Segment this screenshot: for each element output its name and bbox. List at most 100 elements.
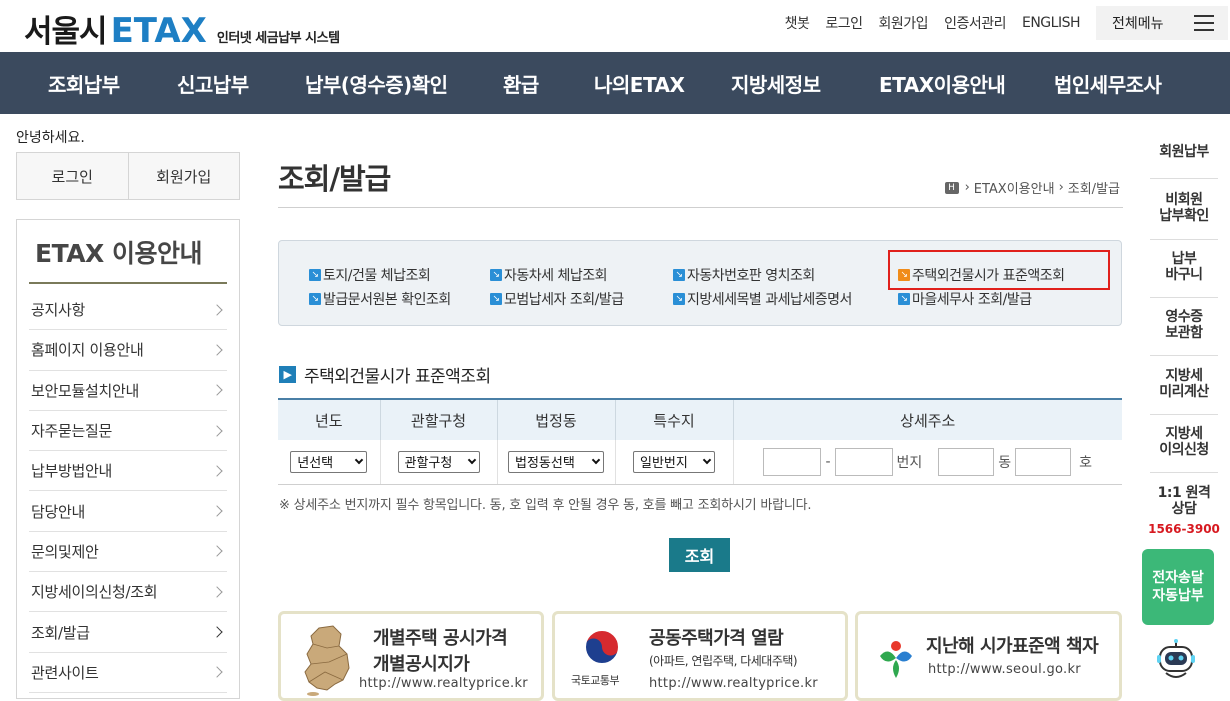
- gnb-refund[interactable]: 환급: [503, 69, 539, 98]
- chevron-down-icon: [591, 455, 601, 464]
- side-nav-title: ETAX 이용안내: [35, 239, 203, 268]
- select-value: 일반번지: [640, 456, 688, 472]
- side-nav-item-notice[interactable]: 공지사항: [29, 290, 227, 331]
- arrow-icon: ↘: [309, 269, 321, 281]
- login-button[interactable]: 로그인: [17, 153, 128, 199]
- bunji-main-input[interactable]: [763, 447, 822, 476]
- gnb-local-tax-info[interactable]: 지방세정보: [731, 69, 821, 98]
- banner-url: http://www.realtyprice.kr: [359, 676, 528, 691]
- site-logo[interactable]: 서울시 ETAX 인터넷 세금납부 시스템: [24, 6, 340, 51]
- side-nav-item-related-sites[interactable]: 관련사이트: [29, 653, 227, 693]
- banner-url: http://www.realtyprice.kr: [649, 676, 818, 691]
- special-select[interactable]: 일반번지: [633, 450, 715, 473]
- link-document-verify[interactable]: ↘ 발급문서원본 확인조회: [309, 289, 451, 309]
- arrow-icon: ↘: [490, 269, 502, 281]
- link-tax-certificate[interactable]: ↘ 지방세세목별 과세납세증명서: [673, 289, 852, 309]
- main-nav: 조회납부 신고납부 납부(영수증)확인 환급 나의ETAX 지방세정보 ETAX…: [0, 52, 1230, 114]
- quick-guest-payment-check[interactable]: 비회원 납부확인: [1138, 192, 1230, 224]
- side-nav-item-label: 공지사항: [31, 301, 86, 320]
- ho-input[interactable]: [1015, 447, 1072, 476]
- section-title: ▶ 주택외건물시가 표준액조회: [279, 362, 491, 387]
- top-header: 서울시 ETAX 인터넷 세금납부 시스템 챗봇 로그인 회원가입 인증서관리 …: [0, 0, 1230, 52]
- chevron-right-icon: [211, 505, 223, 517]
- util-cert-link[interactable]: 인증서관리: [944, 13, 1006, 33]
- link-model-taxpayer[interactable]: ↘ 모범납세자 조회/발급: [490, 289, 624, 309]
- link-village-tax-advisor[interactable]: ↘ 마을세무사 조회/발급: [898, 289, 1032, 309]
- link-land-building-arrears[interactable]: ↘ 토지/건물 체납조회: [309, 265, 431, 285]
- th-district: 관할구청: [380, 398, 498, 440]
- hamburger-icon: [1194, 15, 1214, 31]
- link-label: 자동차세 체납조회: [504, 268, 608, 284]
- side-nav-item-label: 문의및제안: [31, 542, 99, 561]
- banner-title: 공동주택가격 열람: [649, 628, 784, 649]
- quick-divider: [1150, 472, 1218, 473]
- breadcrumb-item[interactable]: ETAX이용안내: [974, 178, 1055, 197]
- quick-receipt-box[interactable]: 영수증 보관함: [1138, 309, 1230, 341]
- quick-divider: [1150, 297, 1218, 298]
- gnb-receipt-check[interactable]: 납부(영수증)확인: [305, 69, 448, 98]
- quick-member-payment[interactable]: 회원납부: [1138, 144, 1230, 160]
- banner-individual-house-price[interactable]: 개별주택 공시가격 개별공시지가 http://www.realtyprice.…: [278, 611, 544, 701]
- gnb-corporate-audit[interactable]: 법인세무조사: [1054, 69, 1162, 98]
- link-label: 토지/건물 체납조회: [323, 268, 431, 284]
- side-nav-item-contact[interactable]: 담당안내: [29, 491, 227, 532]
- dong-input[interactable]: [938, 447, 995, 476]
- side-nav-item-label: 담당안내: [31, 502, 86, 521]
- district-select[interactable]: 관할구청: [397, 450, 480, 473]
- chevron-right-icon: [211, 666, 223, 678]
- form-note: ※ 상세주소 번지까지 필수 항목입니다. 동, 호 입력 후 안될 경우 동,…: [279, 498, 812, 513]
- side-nav: ETAX 이용안내 공지사항 홈페이지 이용안내 보안모듈설치안내 자주묻는질문…: [16, 219, 240, 699]
- breadcrumb-sep: ›: [1058, 180, 1064, 195]
- quick-e-delivery-button[interactable]: 전자송달 자동납부: [1142, 549, 1214, 625]
- quick-payment-cart[interactable]: 납부 바구니: [1138, 251, 1230, 283]
- side-nav-item-objection[interactable]: 지방세이의신청/조회: [29, 572, 227, 613]
- chatbot-robot-icon[interactable]: [1156, 639, 1196, 681]
- quick-divider: [1150, 414, 1218, 415]
- chevron-right-icon: [211, 384, 223, 396]
- gnb-report-payment[interactable]: 신고납부: [177, 69, 249, 98]
- side-nav-item-label: 지방세이의신청/조회: [31, 583, 158, 602]
- side-nav-item-label: 보안모듈설치안내: [31, 381, 140, 400]
- link-plate-seizure[interactable]: ↘ 자동차번호판 영치조회: [673, 265, 815, 285]
- gnb-inquiry-payment[interactable]: 조회납부: [48, 69, 120, 98]
- all-menu-label: 전체메뉴: [1112, 16, 1164, 32]
- gnb-my-etax[interactable]: 나의ETAX: [594, 69, 685, 98]
- util-join-link[interactable]: 회원가입: [879, 13, 929, 33]
- year-select[interactable]: 년선택: [290, 450, 368, 473]
- util-english-link[interactable]: ENGLISH: [1022, 15, 1081, 31]
- banner-apartment-price[interactable]: 국토교통부 공동주택가격 열람 (아파트, 연립주택, 다세대주택) http:…: [552, 611, 848, 701]
- chevron-right-icon: [211, 465, 223, 477]
- dong-select[interactable]: 법정동선택: [508, 450, 604, 473]
- side-nav-item-payment-method[interactable]: 납부방법안내: [29, 451, 227, 492]
- quick-objection[interactable]: 지방세 이의신청: [1138, 426, 1230, 458]
- side-nav-item-security-module[interactable]: 보안모듈설치안내: [29, 371, 227, 411]
- home-icon[interactable]: H: [944, 181, 959, 194]
- util-login-link[interactable]: 로그인: [825, 13, 863, 33]
- side-nav-item-label: 조회/발급: [31, 623, 90, 642]
- util-chatbot-link[interactable]: 챗봇: [785, 13, 810, 33]
- all-menu-button[interactable]: 전체메뉴: [1096, 6, 1228, 40]
- chevron-right-icon: [211, 344, 223, 356]
- link-car-tax-arrears[interactable]: ↘ 자동차세 체납조회: [490, 265, 608, 285]
- side-nav-item-label: 관련사이트: [31, 663, 99, 682]
- chevron-down-icon: [355, 455, 364, 464]
- gnb-etax-guide[interactable]: ETAX이용안내: [879, 69, 1006, 98]
- breadcrumb-sep: ›: [964, 180, 970, 195]
- chevron-right-icon: [211, 545, 223, 558]
- bunji-sub-input[interactable]: [834, 447, 893, 476]
- side-nav-item-label: 자주묻는질문: [31, 422, 113, 441]
- join-button[interactable]: 회원가입: [127, 153, 240, 199]
- side-nav-item-faq[interactable]: 자주묻는질문: [29, 411, 227, 452]
- side-nav-item-inquiry[interactable]: 문의및제안: [29, 532, 227, 573]
- quick-phone-number: 1566-3900: [1148, 522, 1220, 536]
- banner-subtitle: (아파트, 연립주택, 다세대주택): [649, 654, 798, 668]
- quick-remote-consult[interactable]: 1:1 원격 상담: [1138, 485, 1230, 517]
- banner-standard-price-book[interactable]: 지난해 시가표준액 책자 http://www.seoul.go.kr: [855, 611, 1122, 701]
- chevron-right-icon: [211, 303, 223, 316]
- breadcrumb-current: 조회/발급: [1067, 182, 1120, 197]
- link-label: 모범납세자 조회/발급: [504, 292, 624, 308]
- search-button[interactable]: 조회: [669, 538, 730, 572]
- side-nav-item-issue[interactable]: 조회/발급: [29, 612, 227, 653]
- side-nav-item-homepage-guide[interactable]: 홈페이지 이용안내: [29, 330, 227, 371]
- quick-tax-calculator[interactable]: 지방세 미리계산: [1138, 368, 1230, 400]
